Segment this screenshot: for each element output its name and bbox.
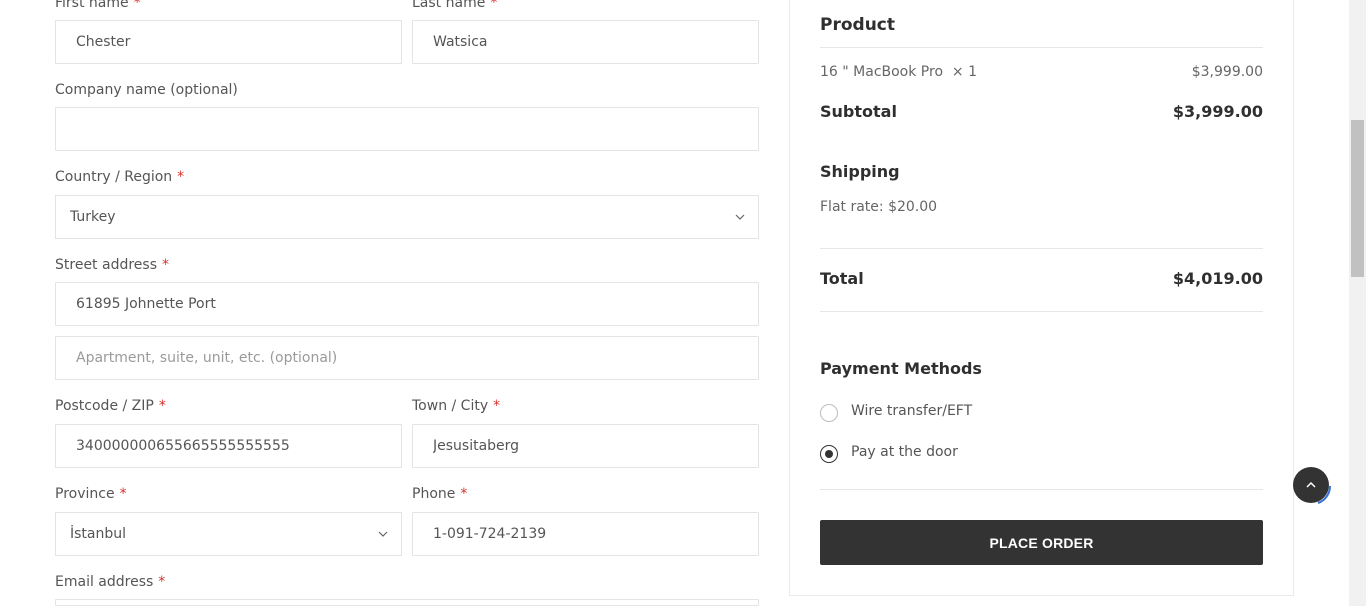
required-mark: *	[493, 398, 501, 414]
required-mark: *	[133, 0, 141, 11]
total-value: $4,019.00	[1172, 269, 1263, 288]
chevron-up-icon	[1306, 481, 1316, 488]
country-selected-value: Turkey	[70, 209, 116, 225]
divider	[820, 311, 1263, 312]
shipping-rate: Flat rate: $20.00	[820, 199, 938, 215]
payment-methods-header: Payment Methods	[820, 359, 982, 378]
last-name-input[interactable]	[412, 20, 759, 64]
email-input[interactable]	[55, 599, 759, 606]
place-order-button[interactable]: PLACE ORDER	[820, 520, 1263, 565]
city-input[interactable]	[412, 424, 759, 468]
country-select[interactable]: Turkey	[55, 195, 759, 239]
payment-option-wire-transfer[interactable]: Wire transfer/EFT	[851, 403, 972, 419]
chevron-down-icon	[735, 214, 745, 220]
street-address-input[interactable]	[55, 282, 759, 326]
shipping-label: Shipping	[820, 162, 900, 181]
required-mark: *	[460, 486, 468, 502]
cart-item-qty: × 1	[951, 64, 978, 80]
order-summary-panel	[789, 0, 1294, 596]
postcode-input[interactable]	[55, 424, 402, 468]
email-label: Email address *	[55, 574, 166, 590]
payment-radio-pay-at-door[interactable]	[820, 445, 838, 463]
apartment-input[interactable]	[55, 336, 759, 380]
payment-radio-wire-transfer[interactable]	[820, 404, 838, 422]
company-input[interactable]	[55, 107, 759, 151]
first-name-label: First name *	[55, 0, 141, 11]
province-select[interactable]: İstanbul	[55, 512, 402, 556]
page-scrollbar[interactable]	[1349, 0, 1366, 606]
city-label: Town / City *	[412, 398, 501, 414]
product-header: Product	[820, 15, 895, 35]
last-name-label: Last name *	[412, 0, 497, 11]
cart-item-price: $3,999.00	[1191, 64, 1263, 80]
divider	[820, 248, 1263, 249]
subtotal-value: $3,999.00	[1172, 102, 1263, 121]
postcode-label: Postcode / ZIP *	[55, 398, 166, 414]
required-mark: *	[177, 169, 185, 185]
chevron-down-icon	[378, 531, 388, 537]
province-label: Province *	[55, 486, 127, 502]
required-mark: *	[158, 398, 166, 414]
phone-input[interactable]	[412, 512, 759, 556]
cart-item-name: 16 " MacBook Pro × 1	[820, 64, 978, 80]
phone-label: Phone *	[412, 486, 468, 502]
first-name-input[interactable]	[55, 20, 402, 64]
total-label: Total	[820, 269, 864, 288]
province-selected-value: İstanbul	[70, 526, 127, 542]
back-to-top-button[interactable]	[1293, 467, 1329, 503]
divider	[820, 47, 1263, 48]
scrollbar-thumb[interactable]	[1351, 120, 1364, 277]
required-mark: *	[119, 486, 127, 502]
payment-option-pay-at-door[interactable]: Pay at the door	[851, 444, 958, 460]
required-mark: *	[162, 257, 169, 273]
company-label: Company name (optional)	[55, 82, 238, 98]
required-mark: *	[158, 574, 166, 590]
street-label: Street address *	[55, 257, 169, 273]
country-label: Country / Region *	[55, 169, 185, 185]
required-mark: *	[490, 0, 498, 11]
divider	[820, 489, 1263, 490]
subtotal-label: Subtotal	[820, 102, 897, 121]
